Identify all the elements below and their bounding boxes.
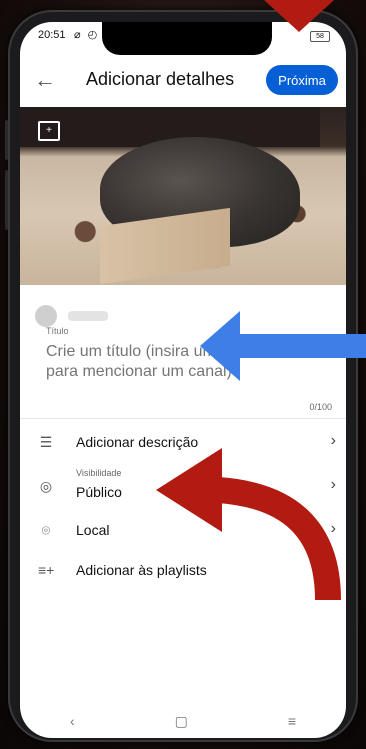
annotation-red-curved-arrow [156, 448, 341, 601]
menu-sublabel: Visibilidade [76, 468, 122, 478]
divider [20, 418, 346, 419]
globe-icon: ◎ [39, 478, 53, 494]
nav-recents-icon[interactable]: ≡ [288, 713, 296, 729]
back-arrow-icon[interactable]: ← [34, 67, 56, 93]
next-button[interactable]: Próxima [266, 65, 338, 95]
battery-icon: 58 [310, 31, 330, 42]
playlist-add-icon: ≡+ [38, 562, 55, 578]
location-pin-icon: ⌾ [41, 522, 51, 538]
description-icon: ☰ [39, 434, 53, 450]
power-button [5, 170, 8, 230]
status-time: 20:51 [38, 29, 66, 41]
system-nav-bar: ‹ ▢ ≡ [20, 704, 346, 738]
menu-label: Público [76, 484, 122, 500]
nav-back-icon[interactable]: ‹ [70, 713, 75, 729]
camera-notch [102, 22, 272, 55]
title-char-counter: 0/100 [309, 402, 332, 412]
volume-button [5, 120, 8, 160]
menu-label: Local [76, 522, 110, 538]
annotation-red-arrow-down [264, 0, 334, 32]
page-title: Adicionar detalhes [86, 69, 235, 89]
app-bar: ← Adicionar detalhes Próxima [20, 55, 346, 107]
channel-avatar [35, 305, 57, 327]
nav-home-icon[interactable]: ▢ [175, 713, 188, 730]
channel-name-blurred [68, 311, 108, 321]
edit-thumbnail-icon[interactable]: + [38, 121, 60, 141]
status-notification-icons: ⌀ ◴ [74, 29, 100, 41]
video-thumbnail[interactable]: + [20, 107, 346, 285]
annotation-blue-arrow [200, 311, 366, 381]
title-field-label: Título [46, 326, 69, 336]
